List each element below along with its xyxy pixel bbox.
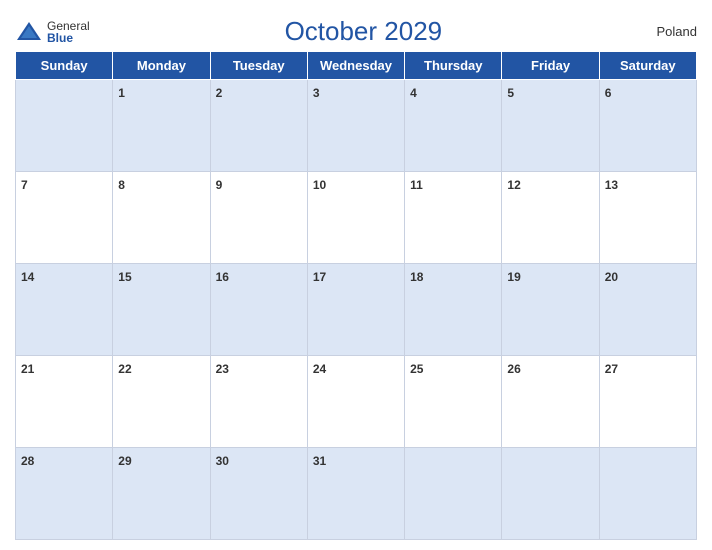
day-number: 3 — [313, 86, 320, 100]
day-number: 14 — [21, 270, 34, 284]
day-number: 28 — [21, 454, 34, 468]
day-number: 1 — [118, 86, 125, 100]
logo: General Blue — [15, 18, 90, 46]
calendar-day-25: 25 — [405, 356, 502, 448]
day-number: 27 — [605, 362, 618, 376]
country-label: Poland — [637, 24, 697, 39]
logo-blue-text: Blue — [47, 32, 90, 44]
calendar-day-7: 7 — [16, 172, 113, 264]
calendar-empty-cell — [599, 448, 696, 540]
calendar-empty-cell — [502, 448, 599, 540]
weekday-header-saturday: Saturday — [599, 52, 696, 80]
day-number: 4 — [410, 86, 417, 100]
weekday-header-sunday: Sunday — [16, 52, 113, 80]
day-number: 9 — [216, 178, 223, 192]
calendar-week-row: 21 22 23 24 25 26 27 — [16, 356, 697, 448]
calendar-day-5: 5 — [502, 80, 599, 172]
calendar-day-6: 6 — [599, 80, 696, 172]
calendar-day-23: 23 — [210, 356, 307, 448]
calendar-day-12: 12 — [502, 172, 599, 264]
calendar-day-11: 11 — [405, 172, 502, 264]
calendar-day-30: 30 — [210, 448, 307, 540]
calendar-day-19: 19 — [502, 264, 599, 356]
day-number: 21 — [21, 362, 34, 376]
day-number: 19 — [507, 270, 520, 284]
day-number: 25 — [410, 362, 423, 376]
calendar-day-9: 9 — [210, 172, 307, 264]
calendar-day-1: 1 — [113, 80, 210, 172]
calendar-day-18: 18 — [405, 264, 502, 356]
month-title: October 2029 — [90, 16, 637, 47]
day-number: 8 — [118, 178, 125, 192]
weekday-header-monday: Monday — [113, 52, 210, 80]
calendar-week-row: 7 8 9 10 11 12 13 — [16, 172, 697, 264]
day-number: 17 — [313, 270, 326, 284]
calendar-day-29: 29 — [113, 448, 210, 540]
calendar-day-2: 2 — [210, 80, 307, 172]
day-number: 22 — [118, 362, 131, 376]
calendar-day-8: 8 — [113, 172, 210, 264]
logo-text: General Blue — [47, 20, 90, 44]
logo-general-text: General — [47, 20, 90, 32]
day-number: 5 — [507, 86, 514, 100]
day-number: 2 — [216, 86, 223, 100]
day-number: 29 — [118, 454, 131, 468]
calendar-body: 1234567891011121314151617181920212223242… — [16, 80, 697, 540]
calendar-table: SundayMondayTuesdayWednesdayThursdayFrid… — [15, 51, 697, 540]
weekday-header-wednesday: Wednesday — [307, 52, 404, 80]
calendar-day-13: 13 — [599, 172, 696, 264]
calendar-empty-cell — [405, 448, 502, 540]
logo-icon — [15, 18, 43, 46]
day-number: 20 — [605, 270, 618, 284]
calendar-day-20: 20 — [599, 264, 696, 356]
day-number: 12 — [507, 178, 520, 192]
calendar-empty-cell — [16, 80, 113, 172]
calendar-day-4: 4 — [405, 80, 502, 172]
day-number: 16 — [216, 270, 229, 284]
day-number: 10 — [313, 178, 326, 192]
day-number: 6 — [605, 86, 612, 100]
day-number: 15 — [118, 270, 131, 284]
calendar-day-28: 28 — [16, 448, 113, 540]
weekday-header-friday: Friday — [502, 52, 599, 80]
calendar-day-14: 14 — [16, 264, 113, 356]
calendar-day-27: 27 — [599, 356, 696, 448]
calendar-day-10: 10 — [307, 172, 404, 264]
calendar-day-15: 15 — [113, 264, 210, 356]
calendar-day-24: 24 — [307, 356, 404, 448]
day-number: 13 — [605, 178, 618, 192]
weekday-header-thursday: Thursday — [405, 52, 502, 80]
day-number: 31 — [313, 454, 326, 468]
day-number: 7 — [21, 178, 28, 192]
day-number: 11 — [410, 178, 423, 192]
calendar-day-22: 22 — [113, 356, 210, 448]
day-number: 26 — [507, 362, 520, 376]
calendar-header: General Blue October 2029 Poland — [15, 10, 697, 51]
calendar-week-row: 28 29 30 31 — [16, 448, 697, 540]
day-number: 18 — [410, 270, 423, 284]
calendar-week-row: 14 15 16 17 18 19 20 — [16, 264, 697, 356]
calendar-day-21: 21 — [16, 356, 113, 448]
weekday-header-row: SundayMondayTuesdayWednesdayThursdayFrid… — [16, 52, 697, 80]
calendar-day-26: 26 — [502, 356, 599, 448]
calendar-day-31: 31 — [307, 448, 404, 540]
calendar-week-row: 1 2 3 4 5 6 — [16, 80, 697, 172]
day-number: 30 — [216, 454, 229, 468]
weekday-header-tuesday: Tuesday — [210, 52, 307, 80]
day-number: 23 — [216, 362, 229, 376]
calendar-day-17: 17 — [307, 264, 404, 356]
calendar-day-16: 16 — [210, 264, 307, 356]
day-number: 24 — [313, 362, 326, 376]
calendar-day-3: 3 — [307, 80, 404, 172]
